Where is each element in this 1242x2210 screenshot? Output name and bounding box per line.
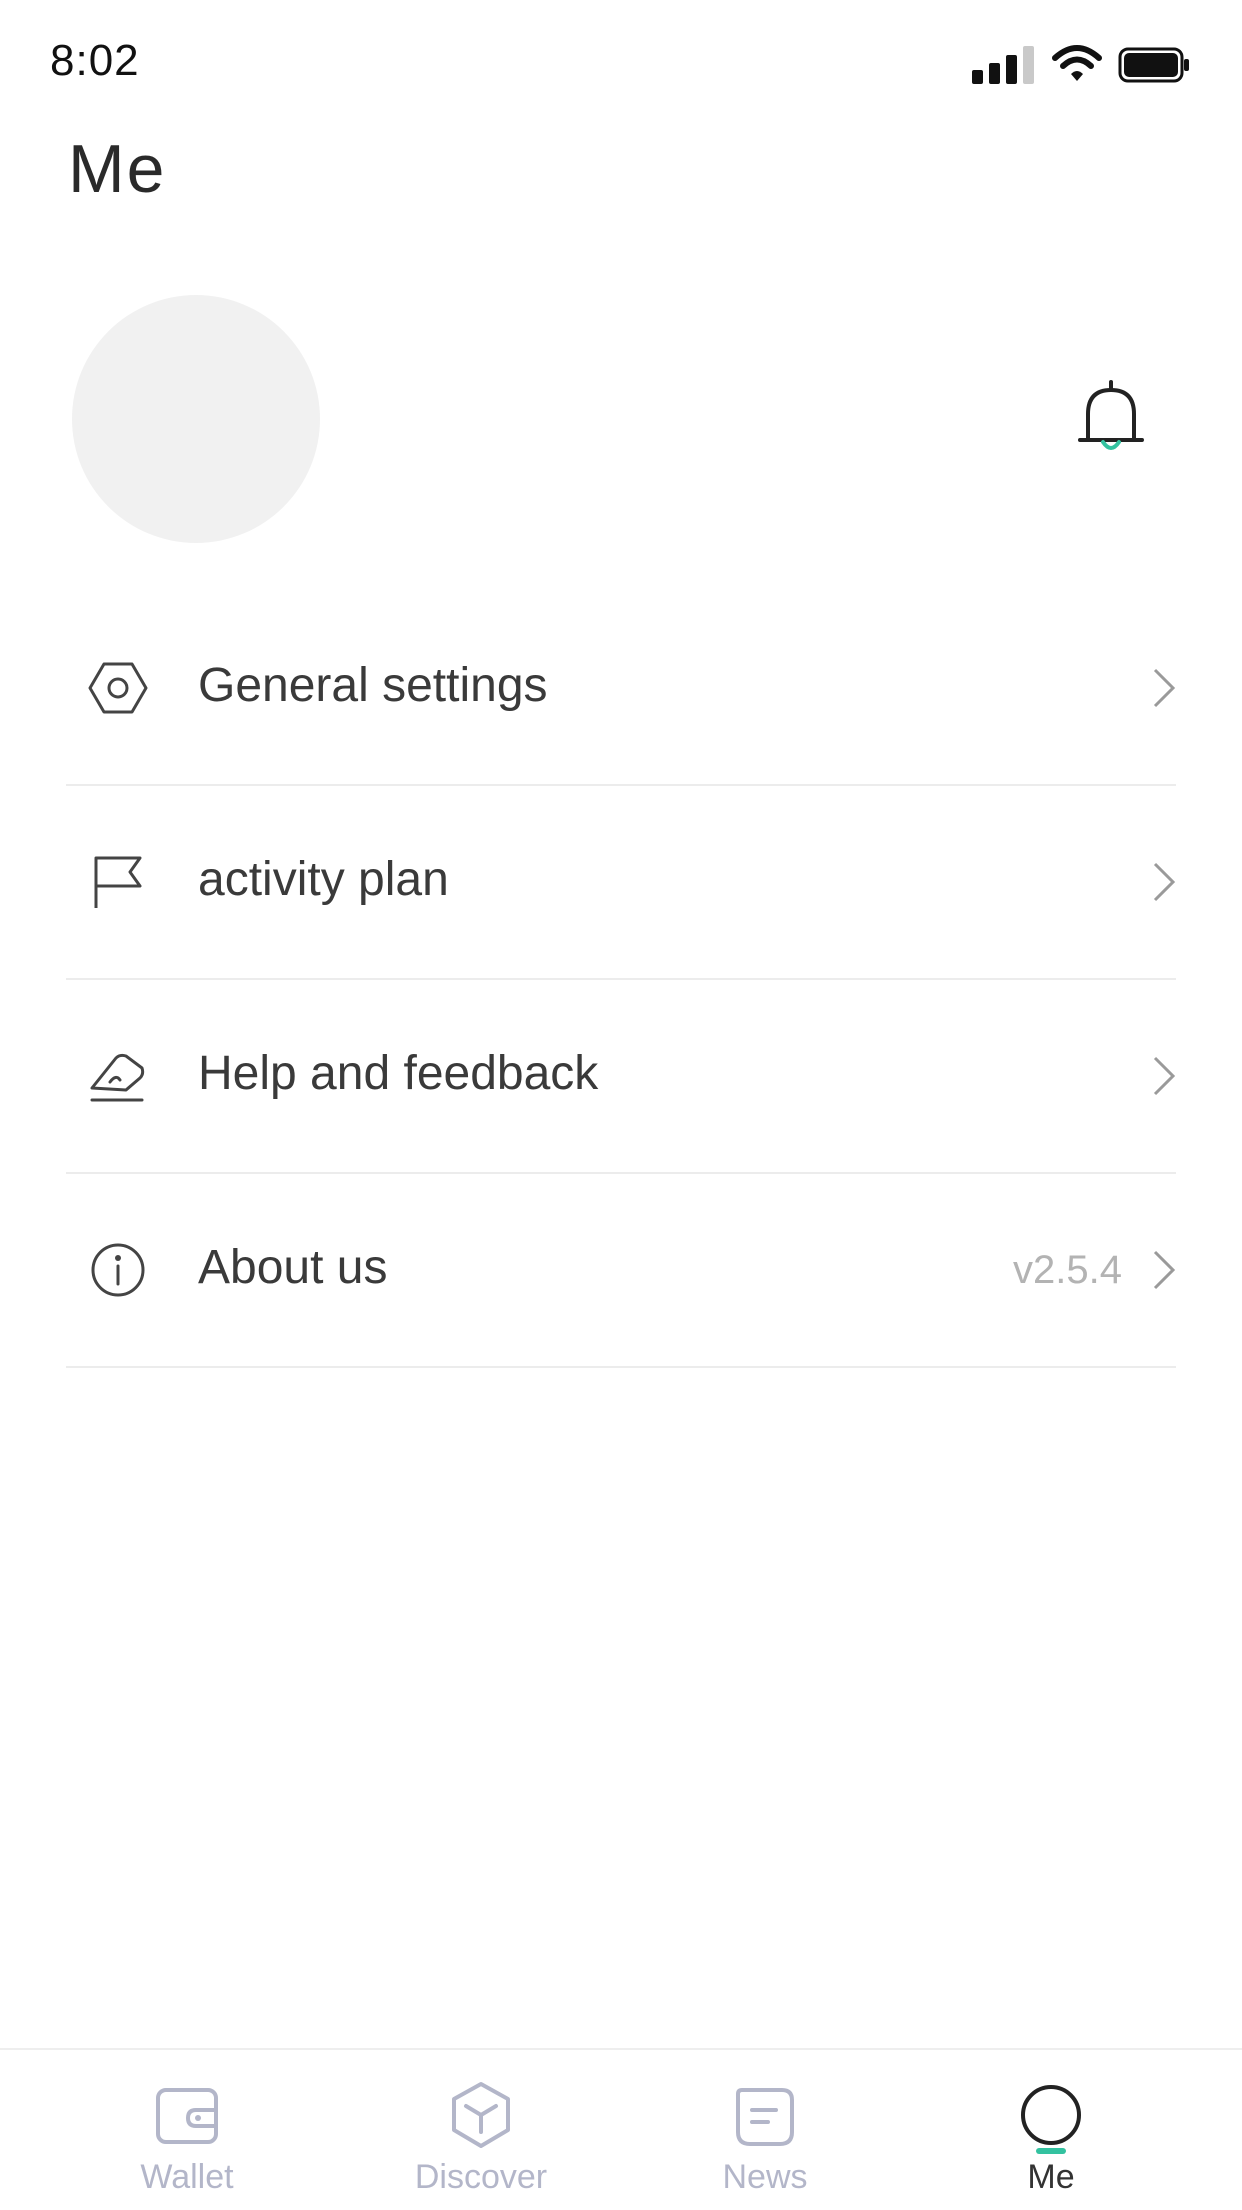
tab-discover[interactable]: Discover <box>371 2050 591 2210</box>
tab-label: Wallet <box>140 2158 234 2196</box>
menu-label: activity plan <box>198 853 449 906</box>
chevron-right-icon <box>1153 668 1176 708</box>
settings-menu: General settings activity plan Help and … <box>66 592 1176 1368</box>
menu-label: Help and feedback <box>198 1047 599 1100</box>
battery-icon <box>1118 47 1189 83</box>
wallet-icon <box>156 2088 218 2144</box>
tab-wallet[interactable]: Wallet <box>77 2050 297 2210</box>
info-icon <box>91 1243 145 1297</box>
menu-label: General settings <box>198 659 548 712</box>
tab-news[interactable]: News <box>655 2050 875 2210</box>
chevron-right-icon <box>1153 1056 1176 1096</box>
tab-label: Me <box>1027 2158 1075 2196</box>
active-tab-indicator <box>1036 2148 1066 2154</box>
menu-item-about-us[interactable]: About us v2.5.4 <box>66 1174 1176 1368</box>
avatar[interactable] <box>72 295 320 543</box>
menu-label: About us <box>198 1241 388 1294</box>
bell-icon[interactable] <box>1076 378 1146 458</box>
flag-icon <box>94 856 142 908</box>
menu-item-activity-plan[interactable]: activity plan <box>66 786 1176 980</box>
news-icon <box>736 2088 794 2146</box>
chevron-right-icon <box>1153 862 1176 902</box>
status-time: 8:02 <box>50 36 140 85</box>
menu-item-help-feedback[interactable]: Help and feedback <box>66 980 1176 1174</box>
chevron-right-icon <box>1153 1250 1176 1290</box>
bottom-tab-bar: Wallet Discover News Me <box>0 2048 1242 2210</box>
tab-label: News <box>722 2158 808 2196</box>
pen-feedback-icon <box>90 1053 145 1102</box>
signal-icon <box>972 46 1034 84</box>
menu-item-general-settings[interactable]: General settings <box>66 592 1176 786</box>
cube-icon <box>452 2082 510 2148</box>
wifi-icon <box>1052 45 1102 81</box>
version-label: v2.5.4 <box>1013 1248 1122 1292</box>
tab-me[interactable]: Me <box>941 2050 1161 2210</box>
page-title: Me <box>68 131 167 207</box>
hexagon-gear-icon <box>88 662 148 714</box>
status-bar: 8:02 <box>0 0 1242 120</box>
profile-circle-icon <box>1021 2085 1081 2145</box>
tab-label: Discover <box>414 2158 548 2196</box>
